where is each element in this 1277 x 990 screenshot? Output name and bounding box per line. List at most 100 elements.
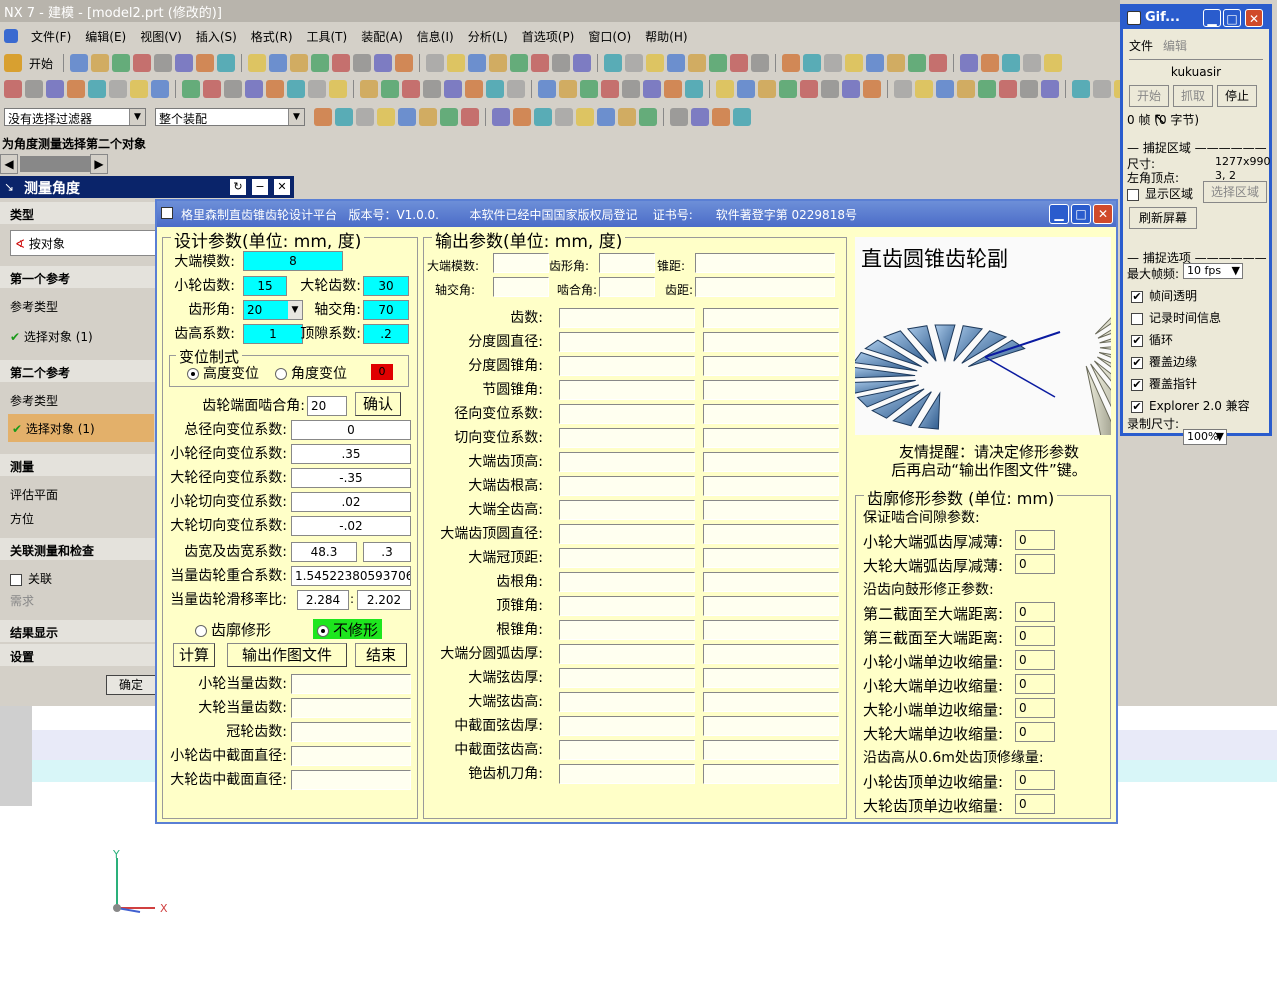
toolbar-tool-icon[interactable] [538,80,556,98]
pressure-angle-input[interactable]: 20 [307,396,347,416]
toolbar-tool-icon[interactable] [643,80,661,98]
ref2-select-object[interactable]: ✔ 选择对象 (1) [8,414,154,442]
mod-input[interactable]: 0 [1015,698,1055,718]
shift-coef-input[interactable]: -.02 [291,516,411,536]
gif-option-checkbox[interactable]: ✔ 覆盖指针 [1131,375,1197,392]
toolbar-tool-icon[interactable] [730,54,749,72]
sigma-input[interactable]: 70 [363,300,409,320]
gif-option-checkbox[interactable]: ✔ 循环 [1131,331,1173,348]
toolbar-tool-icon[interactable] [248,54,267,72]
menu-item[interactable]: 窗口(O) [581,28,638,45]
face-width-coef-input[interactable]: .3 [363,542,411,562]
toolbar-tool-icon[interactable] [510,54,529,72]
toolbar-tool-icon[interactable] [130,80,148,98]
toolbar-tool-icon[interactable] [486,80,504,98]
toolbar-tool-icon[interactable] [507,80,525,98]
gif-option-checkbox[interactable]: ✔ 帧间透明 [1131,287,1197,304]
toolbar-tool-icon[interactable] [151,80,169,98]
export-drawing-button[interactable]: 输出作图文件 [227,643,347,667]
gif-max-fps-select[interactable]: 10 fps ▼ [1183,263,1243,279]
menu-item[interactable]: 工具(T) [300,28,355,45]
toolbar-tool-icon[interactable] [402,80,420,98]
toolbar-tool-icon[interactable] [395,54,414,72]
toolbar-tool-icon[interactable] [1023,54,1042,72]
toolbar-tool-icon[interactable] [716,80,734,98]
start-button[interactable]: 开始 [29,55,53,72]
toolbar-tool-icon[interactable] [112,54,131,72]
toolbar-tool-icon[interactable] [597,108,615,126]
toolbar-tool-icon[interactable] [91,54,110,72]
toolbar-tool-icon[interactable] [779,80,797,98]
menu-item[interactable]: 帮助(H) [638,28,694,45]
toolbar-tool-icon[interactable] [308,80,326,98]
toolbar-tool-icon[interactable] [576,108,594,126]
menu-item[interactable]: 文件(F) [24,28,78,45]
shift-coef-input[interactable]: .35 [291,444,411,464]
toolbar-tool-icon[interactable] [800,80,818,98]
mod-input[interactable]: 0 [1015,554,1055,574]
toolbar-tool-icon[interactable] [329,80,347,98]
toolbar-tool-icon[interactable] [217,54,236,72]
toolbar-tool-icon[interactable] [573,54,592,72]
toolbar-tool-icon[interactable] [245,80,263,98]
toolbar-tool-icon[interactable] [335,108,353,126]
toolbar-tool-icon[interactable] [929,54,948,72]
toolbar-tool-icon[interactable] [381,80,399,98]
toolbar-tool-icon[interactable] [824,54,843,72]
toolbar-tool-icon[interactable] [423,80,441,98]
toolbar-tool-icon[interactable] [440,108,458,126]
gif-option-checkbox[interactable]: ✔ 覆盖边缘 [1131,353,1197,370]
toolbar-tool-icon[interactable] [492,108,510,126]
toolbar-tool-icon[interactable] [688,54,707,72]
toolbar-tool-icon[interactable] [782,54,801,72]
gif-refresh-button[interactable]: 刷新屏幕 [1129,207,1197,229]
mod-input[interactable]: 0 [1015,770,1055,790]
toolbar-tool-icon[interactable] [534,108,552,126]
gif-show-region-checkbox[interactable]: 显示区域 [1127,185,1193,202]
z2-input[interactable]: 30 [363,276,409,296]
type-select[interactable]: ∢ 按对象 [10,230,156,256]
toolbar-tool-icon[interactable] [691,108,709,126]
toolbar-tool-icon[interactable] [978,80,996,98]
close-icon[interactable]: ✕ [274,179,290,195]
toolbar-tool-icon[interactable] [622,80,640,98]
toolbar-tool-icon[interactable] [709,54,728,72]
menu-item[interactable]: 视图(V) [133,28,189,45]
toolbar-tool-icon[interactable] [559,80,577,98]
gif-capture-button[interactable]: 抓取 [1173,85,1213,107]
mod-input[interactable]: 0 [1015,626,1055,646]
toolbar-tool-icon[interactable] [552,54,571,72]
toolbar-tool-icon[interactable] [1093,80,1111,98]
gif-stop-button[interactable]: 停止 [1217,85,1257,107]
scroll-right-icon[interactable]: ▶ [90,154,108,174]
minimize-icon[interactable]: ▁ [1049,204,1069,224]
toolbar-tool-icon[interactable] [712,108,730,126]
radio-profile-mod[interactable]: 齿廓修形 [195,619,271,640]
gif-record-size-select[interactable]: 100% ▼ [1183,429,1227,445]
toolbar-tool-icon[interactable] [88,80,106,98]
toolbar-tool-icon[interactable] [685,80,703,98]
menu-item[interactable]: 插入(S) [189,28,244,45]
toolbar-tool-icon[interactable] [468,54,487,72]
toolbar-scroller[interactable]: ◀ ▶ [0,154,110,174]
toolbar-tool-icon[interactable] [664,80,682,98]
toolbar-tool-icon[interactable] [360,80,378,98]
toolbar-tool-icon[interactable] [751,54,770,72]
gif-option-checkbox[interactable]: 记录时间信息 [1131,309,1221,326]
toolbar-tool-icon[interactable] [398,108,416,126]
toolbar-tool-icon[interactable] [1072,80,1090,98]
toolbar-tool-icon[interactable] [196,54,215,72]
module-input[interactable]: 8 [243,251,343,271]
calculate-button[interactable]: 计算 [173,643,215,667]
toolbar-tool-icon[interactable] [287,80,305,98]
toolbar-tool-icon[interactable] [447,54,466,72]
gif-minimize-icon[interactable]: ▁ [1203,9,1221,27]
toolbar-tool-icon[interactable] [224,80,242,98]
toolbar-tool-icon[interactable] [444,80,462,98]
toolbar-tool-icon[interactable] [332,54,351,72]
menu-item[interactable]: 编辑(E) [78,28,133,45]
toolbar-tool-icon[interactable] [269,54,288,72]
shift-coef-input[interactable]: 0 [291,420,411,440]
toolbar-tool-icon[interactable] [465,80,483,98]
mod-input[interactable]: 0 [1015,794,1055,814]
